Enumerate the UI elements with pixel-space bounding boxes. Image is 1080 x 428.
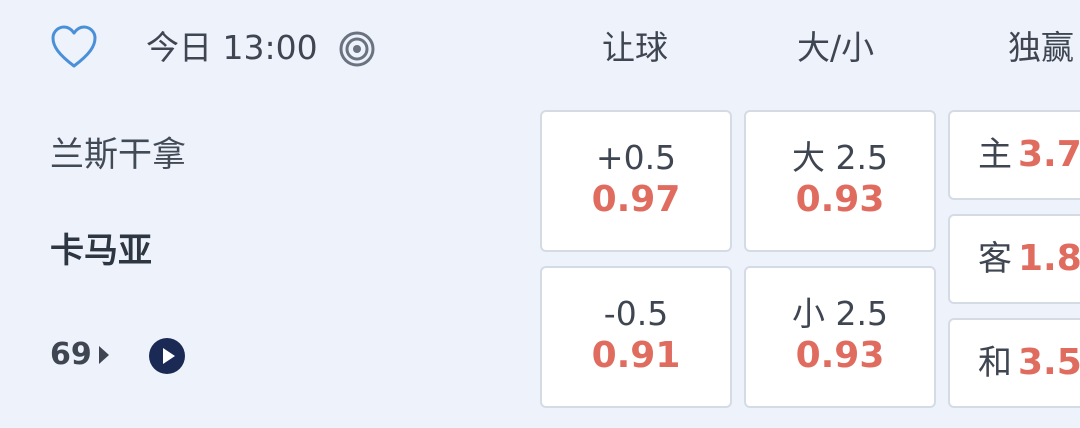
home-team-name: 兰斯干拿 [50,135,186,175]
odds-value: 0.93 [795,335,885,376]
match-time: 今日 13:00 [146,28,318,67]
outcome-label: 主 [978,135,1012,175]
column-header-1x2: 独赢 [1008,28,1074,67]
total-line: 大 2.5 [792,138,888,177]
favorite-heart-icon[interactable] [50,24,98,70]
column-header-total: 大/小 [797,28,875,67]
away-team-name: 卡马亚 [50,231,152,271]
target-icon[interactable] [338,30,376,68]
outcome-label: 和 [978,343,1012,383]
odds-value: 3.7 [1018,134,1080,175]
1x2-home-odds-button[interactable]: 主 3.7 [948,110,1080,200]
handicap-home-odds-button[interactable]: +0.5 0.97 [540,110,732,252]
1x2-away-odds-button[interactable]: 客 1.8 [948,214,1080,304]
total-over-odds-button[interactable]: 大 2.5 0.93 [744,110,936,252]
odds-value: 3.5 [1018,342,1080,383]
handicap-line: -0.5 [603,294,669,333]
column-header-handicap: 让球 [602,28,668,67]
outcome-label: 客 [978,239,1012,279]
more-markets-count[interactable]: 69 [50,334,92,376]
1x2-draw-odds-button[interactable]: 和 3.5 [948,318,1080,408]
odds-value: 1.8 [1018,238,1080,279]
play-video-icon[interactable] [148,337,186,375]
total-under-odds-button[interactable]: 小 2.5 0.93 [744,266,936,408]
caret-right-icon[interactable] [97,345,111,365]
odds-value: 0.91 [591,335,681,376]
handicap-away-odds-button[interactable]: -0.5 0.91 [540,266,732,408]
handicap-line: +0.5 [595,138,677,177]
total-line: 小 2.5 [792,294,888,333]
odds-value: 0.93 [795,179,885,220]
odds-value: 0.97 [591,179,681,220]
